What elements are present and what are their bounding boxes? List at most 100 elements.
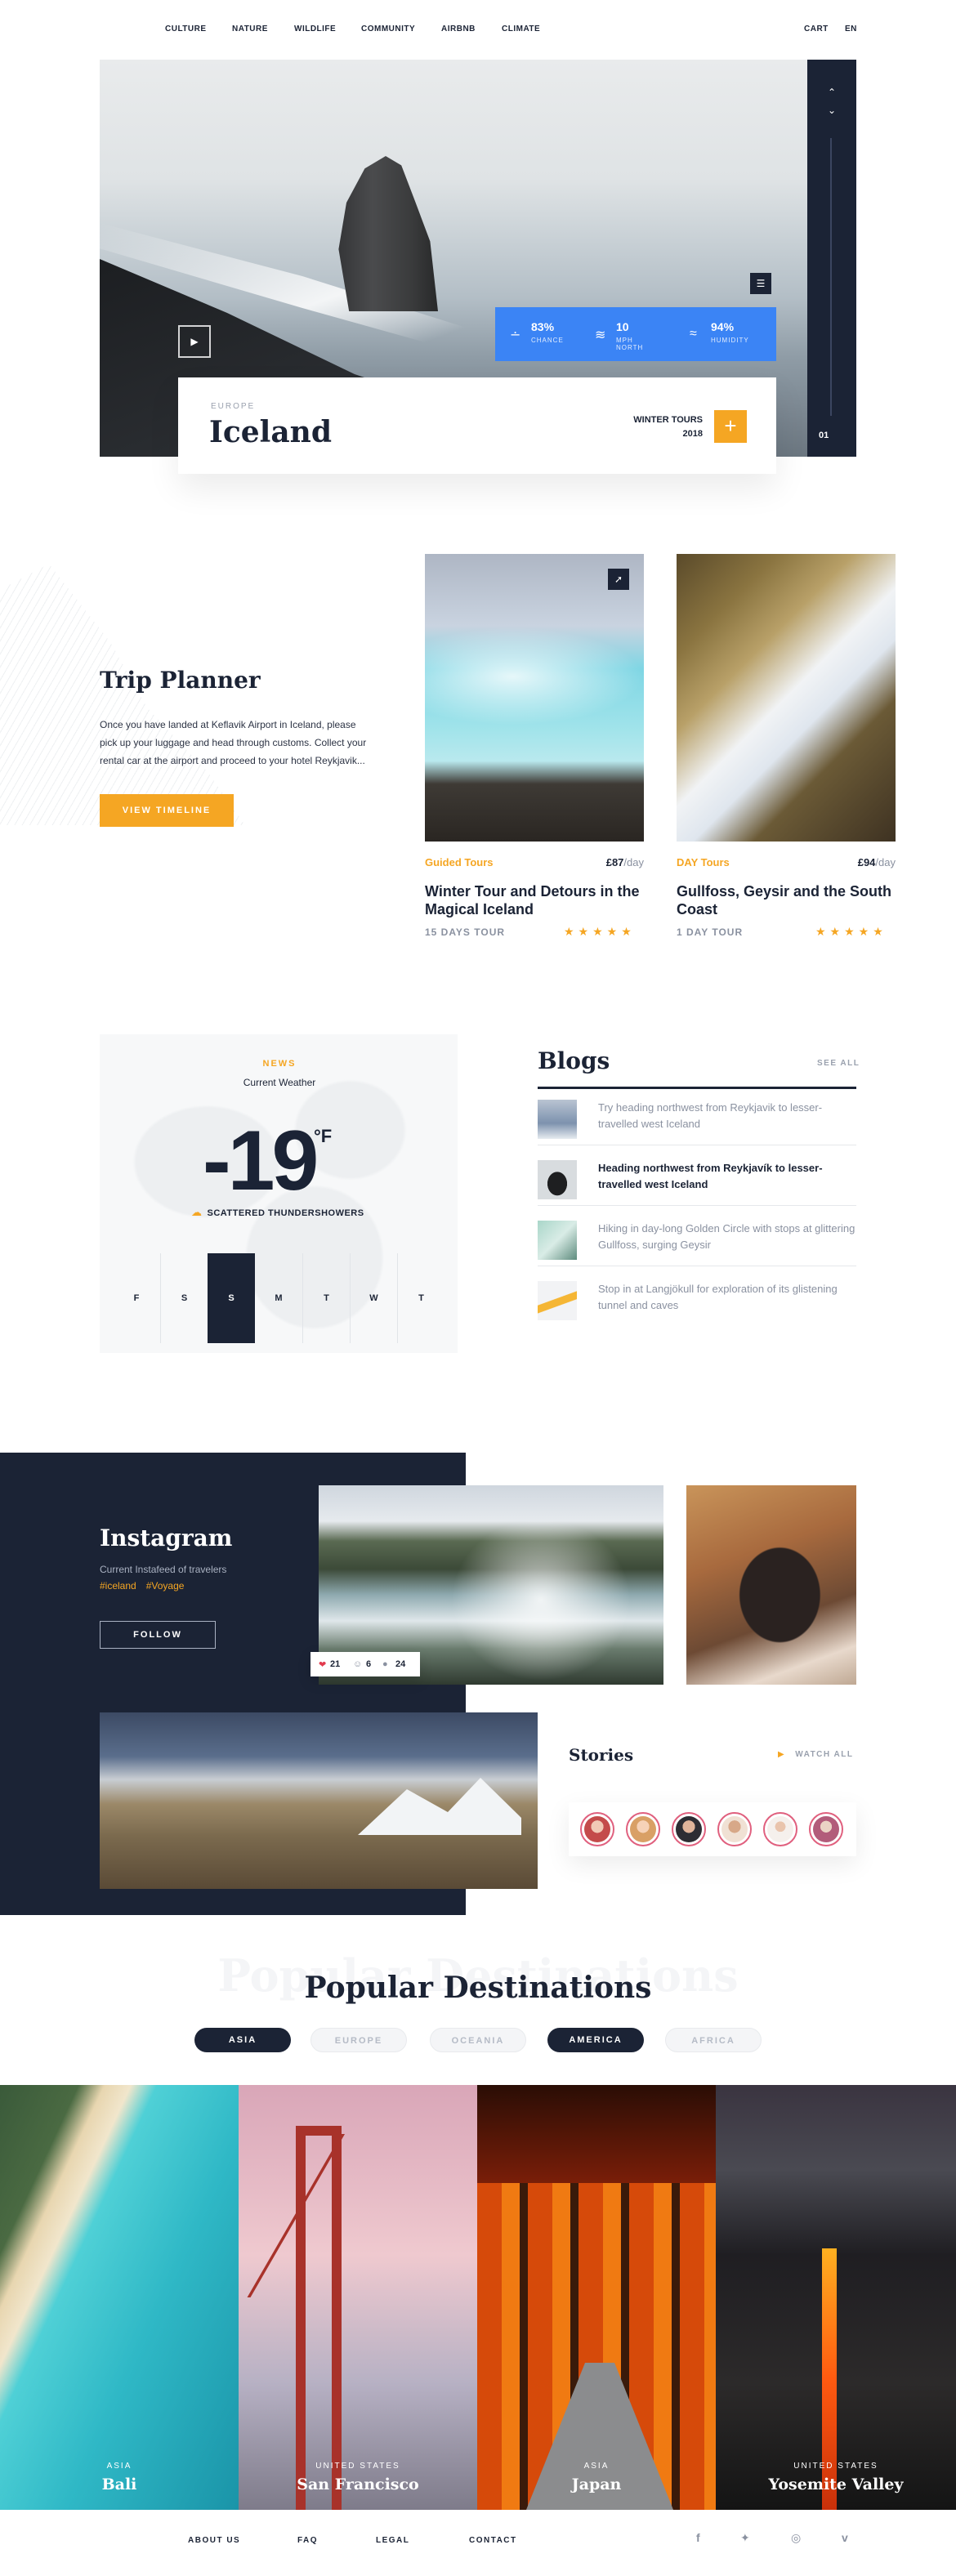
comment-icon[interactable]: ● (382, 1659, 388, 1669)
footer-faq[interactable]: FAQ (297, 2536, 318, 2545)
story-avatar[interactable] (763, 1812, 797, 1846)
pin-icon[interactable]: ➚ (608, 569, 629, 590)
blog-title: Try heading northwest from Reykjavik to … (598, 1101, 823, 1130)
instagram-post-stats: ❤ 21 ☺ 6 ● 24 (310, 1652, 420, 1676)
twitter-icon[interactable]: ✦ (740, 2531, 750, 2545)
heart-icon[interactable]: ❤ (319, 1659, 326, 1670)
story-avatar[interactable] (672, 1812, 706, 1846)
see-all-link[interactable]: SEE ALL (817, 1059, 860, 1068)
destination-card-japan[interactable]: ASIA Japan (477, 2085, 716, 2510)
blog-item[interactable]: Stop in at Langjökull for exploration of… (538, 1273, 856, 1327)
watch-all-link[interactable]: ▶ WATCH ALL (778, 1750, 853, 1759)
destination-region: UNITED STATES (315, 2462, 400, 2471)
filter-africa[interactable]: AFRICA (665, 2028, 762, 2052)
blog-title: Hiking in day-long Golden Circle with st… (598, 1222, 855, 1251)
hero-tours-line1: WINTER TOURS (633, 415, 703, 425)
tour-title[interactable]: Gullfoss, Geysir and the South Coast (677, 882, 897, 918)
destination-card-bali[interactable]: ASIA Bali (0, 2085, 239, 2510)
slider-track[interactable] (830, 138, 832, 416)
tour-price-value: £87 (605, 856, 624, 868)
blog-thumbnail (538, 1160, 577, 1199)
tour-price: £87/day (546, 856, 644, 868)
filter-europe[interactable]: EUROPE (310, 2028, 407, 2052)
hero-region: EUROPE (211, 402, 256, 411)
filter-asia[interactable]: ASIA (194, 2028, 291, 2052)
day-friday[interactable]: F (113, 1253, 160, 1343)
play-icon[interactable]: ▶ (178, 325, 211, 358)
destination-card-yosemite[interactable]: UNITED STATES Yosemite Valley (716, 2085, 956, 2510)
day-saturday[interactable]: S (160, 1253, 208, 1343)
footer-legal[interactable]: LEGAL (376, 2536, 409, 2545)
instagram-icon[interactable]: ◎ (791, 2531, 801, 2545)
blog-title: Stop in at Langjökull for exploration of… (598, 1283, 838, 1311)
story-avatar[interactable] (580, 1812, 614, 1846)
weather-news-label: NEWS (262, 1059, 297, 1069)
blog-item[interactable]: Hiking in day-long Golden Circle with st… (538, 1212, 856, 1266)
filter-oceania[interactable]: OCEANIA (430, 2028, 526, 2052)
cloud-sun-icon: ☁ (191, 1206, 203, 1218)
nav-culture[interactable]: CULTURE (165, 25, 207, 33)
destination-name: Bali (101, 2476, 137, 2493)
day-sunday[interactable]: S (208, 1253, 255, 1343)
chevron-down-icon[interactable]: ⌄ (824, 104, 840, 117)
vimeo-icon[interactable]: v (842, 2531, 848, 2544)
blog-item[interactable]: Heading northwest from Reykjavík to less… (538, 1152, 856, 1206)
day-wednesday[interactable]: W (350, 1253, 397, 1343)
tour-title[interactable]: Winter Tour and Detours in the Magical I… (425, 882, 654, 918)
trip-planner-title: Trip Planner (100, 667, 261, 694)
tour-duration: 15 DAYS TOUR (425, 926, 506, 938)
story-avatar[interactable] (717, 1812, 752, 1846)
story-avatar[interactable] (626, 1812, 660, 1846)
nav-language[interactable]: EN (845, 25, 857, 33)
nav-nature[interactable]: NATURE (232, 25, 268, 33)
chevron-up-icon[interactable]: ⌃ (824, 86, 840, 99)
hero-tours-label: WINTER TOURS 2018 (605, 413, 703, 441)
chat-icon[interactable]: ☰ (750, 273, 771, 294)
wind-icon: ≋ (595, 328, 606, 342)
blogs-divider (538, 1087, 856, 1089)
weather-condition: ☁ SCATTERED THUNDERSHOWERS (191, 1206, 364, 1219)
blog-item[interactable]: Try heading northwest from Reykjavik to … (538, 1092, 856, 1145)
tour-category: DAY Tours (677, 856, 730, 868)
tour-category: Guided Tours (425, 856, 494, 868)
tour-image-gullfoss[interactable] (677, 554, 896, 842)
footer-about-us[interactable]: ABOUT US (188, 2536, 240, 2545)
lagoon-steam (425, 627, 644, 725)
hashtag-link[interactable]: #Voyage (146, 1580, 185, 1592)
instagram-photo-horse[interactable] (686, 1485, 856, 1685)
waterfall-mist (451, 1518, 631, 1681)
nav-cart[interactable]: CART (804, 25, 829, 33)
destination-region: ASIA (583, 2462, 610, 2471)
tour-price-value: £94 (857, 856, 876, 868)
instagram-photo-mountains[interactable] (100, 1712, 538, 1889)
trip-planner-text: Once you have landed at Keflavik Airport… (100, 719, 367, 766)
tour-price: £94/day (797, 856, 896, 868)
day-tuesday[interactable]: T (302, 1253, 350, 1343)
blogs-title: Blogs (538, 1047, 610, 1074)
blog-title: Heading northwest from Reykjavík to less… (598, 1162, 823, 1190)
watch-all-label: WATCH ALL (795, 1750, 854, 1759)
tour-image-blue-lagoon[interactable]: ➚ (425, 554, 644, 842)
stories-list (569, 1802, 856, 1856)
weather-wind-value: 10 (616, 320, 629, 333)
hashtag-link[interactable]: #iceland (100, 1580, 136, 1592)
day-thursday[interactable]: T (397, 1253, 444, 1343)
nav-community[interactable]: COMMUNITY (361, 25, 415, 33)
nav-climate[interactable]: CLIMATE (502, 25, 540, 33)
view-timeline-button[interactable]: VIEW TIMELINE (100, 794, 234, 827)
weather-temperature: -19 (203, 1114, 319, 1208)
weather-chance-label: CHANCE (531, 337, 564, 344)
day-monday[interactable]: M (255, 1253, 302, 1343)
hero-weather-bar: ∸ 83% CHANCE ≋ 10 MPH NORTH ≈ 94% HUMIDI… (495, 307, 776, 361)
facebook-icon[interactable]: f (696, 2531, 700, 2544)
nav-wildlife[interactable]: WILDLIFE (294, 25, 336, 33)
tour-rating-stars: ★★★★★ (815, 925, 887, 938)
nav-airbnb[interactable]: AIRBNB (441, 25, 476, 33)
footer-contact[interactable]: CONTACT (469, 2536, 517, 2545)
filter-america[interactable]: AMERICA (547, 2028, 644, 2052)
destination-card-san-francisco[interactable]: UNITED STATES San Francisco (239, 2085, 477, 2510)
stories-title: Stories (569, 1745, 634, 1765)
follow-button[interactable]: FOLLOW (100, 1621, 216, 1649)
story-avatar[interactable] (809, 1812, 843, 1846)
plus-icon[interactable]: + (714, 410, 747, 443)
